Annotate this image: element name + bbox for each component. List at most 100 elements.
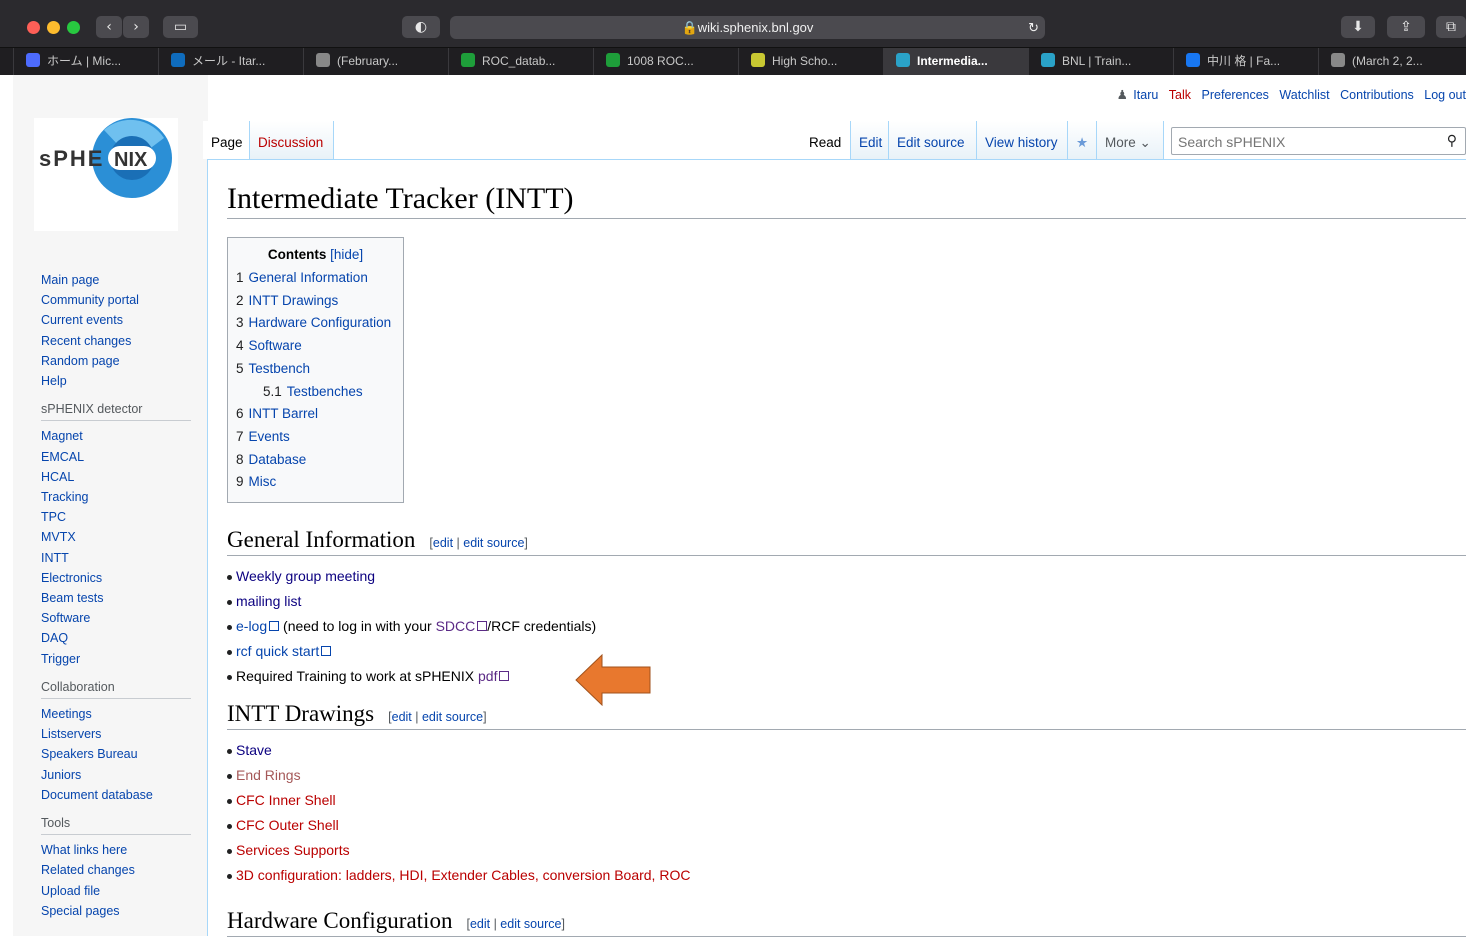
close-window-button[interactable]: [27, 21, 40, 34]
nav-link-meetings[interactable]: Meetings: [41, 704, 211, 724]
nav-link-what-links-here[interactable]: What links here: [41, 840, 211, 860]
drawing-link-end-rings[interactable]: End Rings: [236, 767, 301, 783]
tab-page[interactable]: Page: [203, 121, 250, 159]
tab-overview-icon[interactable]: ⧉: [1436, 16, 1466, 38]
toc-label: Software: [248, 338, 302, 354]
nav-link-magnet[interactable]: Magnet: [41, 426, 211, 446]
rcf-quickstart-link[interactable]: rcf quick start: [236, 643, 319, 659]
nav-link-juniors[interactable]: Juniors: [41, 765, 211, 785]
browser-tab[interactable]: メール - Itar...: [158, 48, 303, 76]
tab-edit-source[interactable]: Edit source: [889, 121, 977, 159]
toc-item[interactable]: 5.1 Testbenches: [236, 381, 395, 404]
training-pdf-link[interactable]: pdf: [478, 668, 497, 684]
elog-link[interactable]: e-log: [236, 618, 267, 634]
section-edit-link[interactable]: edit: [470, 917, 490, 931]
tab-view-history[interactable]: View history: [977, 121, 1068, 159]
browser-tab[interactable]: 1008 ROC...: [593, 48, 738, 76]
nav-link-random-page[interactable]: Random page: [41, 351, 211, 371]
nav-link-tpc[interactable]: TPC: [41, 507, 211, 527]
page-title: Intermediate Tracker (INTT): [227, 182, 1466, 219]
nav-link-trigger[interactable]: Trigger: [41, 649, 211, 669]
more-menu[interactable]: More ⌄: [1097, 121, 1164, 159]
search-box[interactable]: ⚲: [1171, 127, 1466, 156]
nav-link-beam-tests[interactable]: Beam tests: [41, 588, 211, 608]
sphenix-logo[interactable]: sPHE NIX: [34, 118, 178, 231]
drawing-link-services-supports[interactable]: Services Supports: [236, 842, 350, 858]
tab-read[interactable]: Read: [801, 121, 851, 159]
nav-link-software[interactable]: Software: [41, 608, 211, 628]
section-edit-source-link[interactable]: edit source: [500, 917, 561, 931]
list-item: rcf quick start: [227, 639, 1466, 664]
toc-item[interactable]: 2 INTT Drawings: [236, 290, 395, 313]
talk-link[interactable]: Talk: [1169, 88, 1191, 102]
toc-item[interactable]: 1 General Information: [236, 267, 395, 290]
reload-icon[interactable]: ↻: [1028, 16, 1039, 39]
toc-item[interactable]: 9 Misc: [236, 471, 395, 494]
nav-link-listservers[interactable]: Listservers: [41, 724, 211, 744]
browser-tab[interactable]: (February...: [303, 48, 448, 76]
nav-link-electronics[interactable]: Electronics: [41, 568, 211, 588]
nav-link-related-changes[interactable]: Related changes: [41, 860, 211, 880]
nav-link-speakers-bureau[interactable]: Speakers Bureau: [41, 744, 211, 764]
section-edit-source-link[interactable]: edit source: [463, 536, 524, 550]
address-bar[interactable]: 🔒wiki.sphenix.bnl.gov ↻: [450, 16, 1045, 39]
toc-item[interactable]: 7 Events: [236, 426, 395, 449]
minimize-window-button[interactable]: [47, 21, 60, 34]
search-icon[interactable]: ⚲: [1447, 132, 1457, 149]
nav-link-community-portal[interactable]: Community portal: [41, 290, 211, 310]
toc-item[interactable]: 3 Hardware Configuration: [236, 312, 395, 335]
tab-edit[interactable]: Edit: [851, 121, 889, 159]
tab-discussion[interactable]: Discussion: [250, 121, 334, 159]
watch-star-icon[interactable]: ★: [1068, 121, 1097, 159]
nav-link-recent-changes[interactable]: Recent changes: [41, 331, 211, 351]
share-icon[interactable]: ⇪: [1387, 16, 1425, 38]
toc-hide-link[interactable]: [hide]: [330, 247, 363, 262]
weekly-meeting-link[interactable]: Weekly group meeting: [236, 568, 375, 584]
watchlist-link[interactable]: Watchlist: [1279, 88, 1329, 102]
back-icon[interactable]: ‹: [96, 16, 122, 38]
mailing-list-link[interactable]: mailing list: [236, 593, 301, 609]
section-edit-source-link[interactable]: edit source: [422, 710, 483, 724]
nav-link-current-events[interactable]: Current events: [41, 310, 211, 330]
toc-item[interactable]: 6 INTT Barrel: [236, 403, 395, 426]
drawing-link-3d-configuration[interactable]: 3D configuration: ladders, HDI, Extender…: [236, 867, 690, 883]
browser-tab[interactable]: BNL | Train...: [1028, 48, 1173, 76]
nav-link-intt[interactable]: INTT: [41, 548, 211, 568]
nav-link-special-pages[interactable]: Special pages: [41, 901, 211, 921]
drawing-link-stave[interactable]: Stave: [236, 742, 272, 758]
browser-tab[interactable]: 中川 格 | Fa...: [1173, 48, 1318, 76]
nav-link-main-page[interactable]: Main page: [41, 270, 211, 290]
nav-link-hcal[interactable]: HCAL: [41, 467, 211, 487]
search-input[interactable]: [1172, 128, 1422, 156]
nav-link-document-database[interactable]: Document database: [41, 785, 211, 805]
logout-link[interactable]: Log out: [1424, 88, 1466, 102]
drawing-link-inner-shell[interactable]: CFC Inner Shell: [236, 792, 336, 808]
nav-link-help[interactable]: Help: [41, 371, 211, 391]
nav-link-tracking[interactable]: Tracking: [41, 487, 211, 507]
browser-tab[interactable]: High Scho...: [738, 48, 883, 76]
browser-tab[interactable]: (March 2, 2...: [1318, 48, 1463, 76]
section-edit-link[interactable]: edit: [433, 536, 453, 550]
nav-link-daq[interactable]: DAQ: [41, 628, 211, 648]
nav-link-upload-file[interactable]: Upload file: [41, 881, 211, 901]
nav-link-mvtx[interactable]: MVTX: [41, 527, 211, 547]
privacy-shield-icon[interactable]: ◐: [402, 16, 440, 38]
download-icon[interactable]: ⬇: [1341, 16, 1375, 38]
zoom-window-button[interactable]: [67, 21, 80, 34]
toc-item[interactable]: 4 Software: [236, 335, 395, 358]
toc-item[interactable]: 5 Testbench: [236, 358, 395, 381]
section-edit-link[interactable]: edit: [392, 710, 412, 724]
preferences-link[interactable]: Preferences: [1202, 88, 1269, 102]
browser-tab[interactable]: ホーム | Mic...: [13, 48, 158, 76]
user-link[interactable]: Itaru: [1133, 88, 1158, 102]
toc-item[interactable]: 8 Database: [236, 449, 395, 472]
nav-link-emcal[interactable]: EMCAL: [41, 447, 211, 467]
browser-tab[interactable]: ROC_datab...: [448, 48, 593, 76]
sdcc-link[interactable]: SDCC: [436, 618, 476, 634]
drawing-link-outer-shell[interactable]: CFC Outer Shell: [236, 817, 339, 833]
sidebar-toggle-icon[interactable]: ▭: [163, 16, 198, 38]
forward-icon[interactable]: ›: [123, 16, 149, 38]
section-edit-links: [edit | edit source]: [429, 536, 528, 551]
browser-tab[interactable]: Intermedia...: [883, 48, 1028, 76]
contributions-link[interactable]: Contributions: [1340, 88, 1414, 102]
